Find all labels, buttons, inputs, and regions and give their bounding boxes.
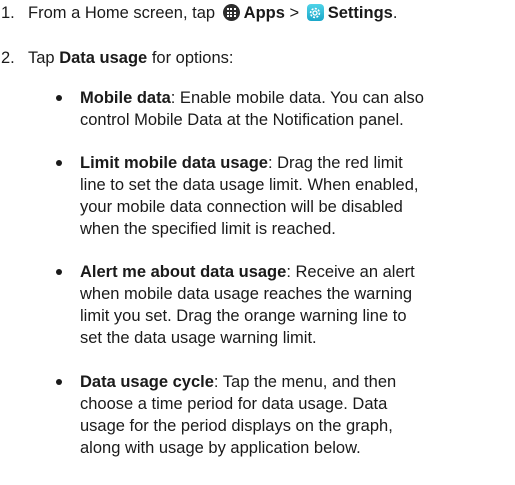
- step-1: 1. From a Home screen, tap Apps > Settin…: [0, 2, 515, 24]
- step-2-prefix: Tap: [28, 49, 55, 67]
- bullet-dot: [56, 160, 62, 166]
- option-line: limit you set. Drag the orange warning l…: [80, 307, 407, 325]
- bullet-dot: [56, 269, 62, 275]
- step-text: Tap Data usage for options:: [28, 47, 233, 69]
- option-line: : Drag the red limit: [267, 154, 403, 172]
- apps-label: Apps: [243, 4, 285, 22]
- option-line: : Tap the menu, and then: [213, 373, 397, 391]
- option-title: Limit mobile data usage: [80, 154, 268, 172]
- option-line: set the data usage warning limit.: [80, 329, 317, 347]
- step-1-suffix: .: [392, 4, 398, 22]
- step-number: 1.: [1, 4, 15, 22]
- data-usage-label: Data usage: [59, 49, 148, 67]
- option-line: your mobile data connection will be disa…: [80, 198, 403, 216]
- option-title: Data usage cycle: [80, 373, 214, 391]
- step-2: 2. Tap Data usage for options:: [0, 47, 515, 69]
- option-description: Mobile data: Enable mobile data. You can…: [80, 87, 506, 131]
- bullet-dot: [56, 379, 62, 385]
- option-line: choose a time period for data usage. Dat…: [80, 395, 388, 413]
- option-line: control Mobile Data at the Notification …: [80, 111, 404, 129]
- option-line: usage for the period displays on the gra…: [80, 417, 393, 435]
- settings-label: Settings: [327, 4, 393, 22]
- option-description: Data usage cycle: Tap the menu, and then…: [80, 371, 506, 459]
- option-line: : Enable mobile data. You can also: [170, 89, 424, 107]
- menu-separator: >: [289, 4, 300, 22]
- option-line: when the specified limit is reached.: [80, 220, 336, 238]
- option-line: : Receive an alert: [286, 263, 415, 281]
- option-line: when mobile data usage reaches the warni…: [80, 285, 413, 303]
- bullet-dot: [56, 95, 62, 101]
- step-number: 2.: [1, 49, 15, 67]
- option-line: along with usage by application below.: [80, 439, 361, 457]
- step-2-suffix: for options:: [151, 49, 234, 67]
- step-text: From a Home screen, tap Apps > Settings.: [28, 2, 397, 24]
- settings-gear-icon: [306, 4, 324, 21]
- option-title: Alert me about data usage: [80, 263, 287, 281]
- option-line: line to set the data usage limit. When e…: [80, 176, 419, 194]
- apps-grid-icon: [222, 4, 240, 21]
- step-1-prefix: From a Home screen, tap: [28, 4, 216, 22]
- option-description: Alert me about data usage: Receive an al…: [80, 261, 506, 349]
- option-title: Mobile data: [80, 89, 171, 107]
- option-description: Limit mobile data usage: Drag the red li…: [80, 152, 506, 240]
